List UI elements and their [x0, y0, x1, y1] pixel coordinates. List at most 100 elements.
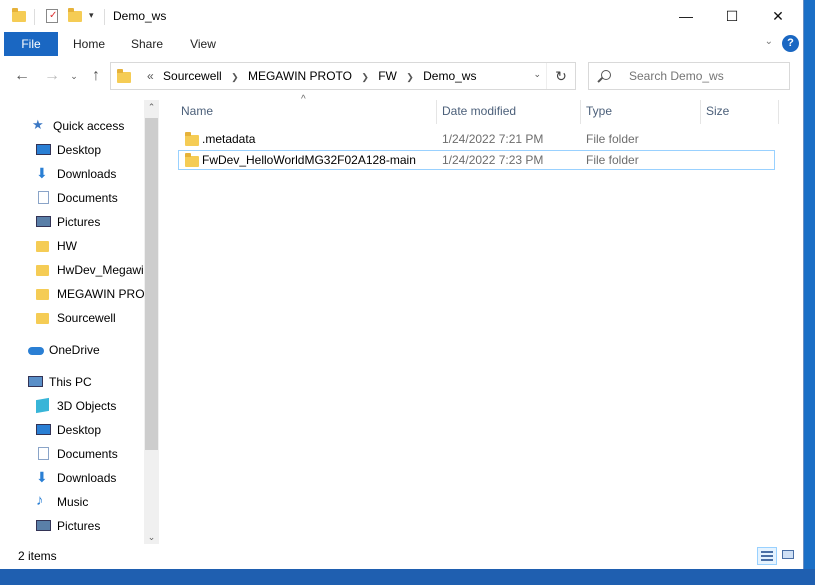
column-header-type[interactable]: Type — [586, 96, 612, 126]
sidebar-item-label: Music — [57, 495, 89, 509]
sidebar-item[interactable]: Sourcewell — [36, 307, 144, 329]
sidebar-item[interactable]: Documents📌 — [36, 187, 144, 209]
folder-icon — [117, 69, 131, 83]
file-list: ^ Name Date modified Type Size .metadata… — [160, 94, 803, 544]
breadcrumb-demo-ws[interactable]: Demo_ws — [423, 69, 476, 83]
folder-icon — [36, 289, 49, 300]
column-divider[interactable] — [580, 100, 581, 124]
breadcrumb-megawin-proto[interactable]: MEGAWIN PROTO — [248, 69, 352, 83]
tab-file[interactable]: File — [4, 32, 58, 56]
properties-icon[interactable]: ✓ — [46, 9, 58, 23]
chevron-right-icon[interactable]: ❯ — [361, 72, 369, 82]
recent-locations-button[interactable]: ⌄ — [64, 66, 84, 86]
scroll-up-icon[interactable]: ⌃ — [144, 102, 159, 113]
file-name: .metadata — [202, 132, 256, 146]
file-date: 1/24/2022 7:21 PM — [442, 132, 544, 146]
folder-icon — [185, 153, 199, 167]
sidebar-item[interactable]: Desktop📌 — [36, 139, 144, 161]
folder-icon — [36, 265, 49, 276]
details-view-button[interactable] — [757, 547, 777, 565]
desktop-icon — [36, 424, 51, 435]
sidebar-item[interactable]: 3D Objects — [36, 395, 144, 417]
large-icons-view-button[interactable] — [779, 547, 797, 563]
ribbon-expand-icon[interactable]: ⌄ — [765, 36, 773, 47]
tab-view[interactable]: View — [176, 32, 230, 56]
back-button[interactable]: ← — [12, 66, 32, 86]
sidebar-item[interactable]: OneDrive — [28, 339, 144, 361]
document-icon — [38, 191, 49, 204]
sidebar-item[interactable]: Pictures📌 — [36, 211, 144, 233]
column-header-name[interactable]: Name — [181, 96, 213, 126]
search-icon — [601, 70, 611, 80]
ribbon-tabs: File Home Share View ⌄ ? — [0, 32, 803, 56]
address-dropdown-icon[interactable]: ⌄ — [533, 69, 541, 80]
details-view-icon — [761, 551, 773, 553]
sidebar-item[interactable]: ♪ Music — [36, 491, 144, 513]
sidebar-item-label: Pictures — [57, 215, 101, 229]
breadcrumb-fw[interactable]: FW — [378, 69, 397, 83]
chevron-right-icon[interactable]: ❯ — [406, 72, 414, 82]
sidebar-item-label: MEGAWIN PROT — [57, 287, 144, 301]
sidebar-item-label: Sourcewell — [57, 311, 116, 325]
help-button[interactable]: ? — [782, 35, 799, 52]
file-explorer-window: ✓ ▾ Demo_ws — ☐ ✕ File Home Share View ⌄… — [0, 0, 804, 570]
cloud-icon — [28, 347, 44, 355]
sidebar-item[interactable]: Pictures — [36, 515, 144, 537]
sidebar-item[interactable]: ⬇ Downloads — [36, 467, 144, 489]
star-icon: ★ — [32, 117, 44, 132]
breadcrumb: « Sourcewell ❯ MEGAWIN PROTO ❯ FW ❯ Demo… — [147, 63, 482, 89]
column-header-size[interactable]: Size — [706, 96, 729, 126]
scroll-down-icon[interactable]: ⌄ — [144, 532, 159, 543]
sidebar-item[interactable]: Documents — [36, 443, 144, 465]
table-row[interactable]: .metadata 1/24/2022 7:21 PM File folder — [178, 129, 775, 149]
tab-home[interactable]: Home — [62, 32, 116, 56]
scrollbar-thumb[interactable] — [145, 118, 158, 450]
search-box[interactable] — [588, 62, 790, 90]
sidebar-item-label: Documents — [57, 447, 118, 461]
up-button[interactable]: ↑ — [86, 66, 106, 86]
maximize-button[interactable]: ☐ — [709, 0, 755, 32]
sort-ascending-icon: ^ — [301, 94, 306, 105]
new-folder-icon[interactable] — [68, 8, 82, 22]
folder-icon — [12, 8, 26, 22]
column-divider[interactable] — [700, 100, 701, 124]
file-type: File folder — [586, 132, 639, 146]
table-row[interactable]: FwDev_HelloWorldMG32F02A128-main 1/24/20… — [178, 150, 775, 170]
column-divider[interactable] — [778, 100, 779, 124]
computer-icon — [28, 376, 43, 387]
breadcrumb-sourcewell[interactable]: Sourcewell — [163, 69, 222, 83]
sidebar-item-label: OneDrive — [49, 343, 100, 357]
tab-share[interactable]: Share — [120, 32, 174, 56]
sidebar-item[interactable]: ★ Quick access — [32, 115, 144, 137]
file-type: File folder — [586, 153, 639, 167]
sidebar-item[interactable]: HwDev_Megawi — [36, 259, 144, 281]
desktop-icon — [36, 144, 51, 155]
chevron-right-icon[interactable]: ❯ — [231, 72, 239, 82]
music-icon: ♪ — [36, 492, 44, 509]
refresh-button[interactable]: ↻ — [546, 63, 575, 89]
forward-button[interactable]: → — [42, 66, 62, 86]
minimize-button[interactable]: — — [663, 0, 709, 32]
sidebar-item-label: Pictures — [57, 519, 101, 533]
address-bar[interactable]: « Sourcewell ❯ MEGAWIN PROTO ❯ FW ❯ Demo… — [110, 62, 576, 90]
breadcrumb-overflow[interactable]: « — [147, 69, 154, 83]
taskbar — [0, 569, 815, 585]
divider — [104, 9, 105, 25]
file-name: FwDev_HelloWorldMG32F02A128-main — [202, 153, 416, 167]
document-icon — [38, 447, 49, 460]
sidebar-scrollbar[interactable]: ⌃ ⌄ — [144, 100, 159, 544]
sidebar-item[interactable]: MEGAWIN PROT — [36, 283, 144, 305]
column-divider[interactable] — [436, 100, 437, 124]
sidebar-item[interactable]: HW — [36, 235, 144, 257]
column-header-date[interactable]: Date modified — [442, 96, 516, 126]
close-button[interactable]: ✕ — [755, 0, 801, 32]
item-count: 2 items — [18, 549, 57, 563]
search-input[interactable] — [627, 68, 781, 84]
sidebar-item[interactable]: Desktop — [36, 419, 144, 441]
sidebar-item[interactable]: This PC — [28, 371, 144, 393]
sidebar-item[interactable]: ⬇Downloads📌 — [36, 163, 144, 185]
checkmark-icon: ✓ — [49, 10, 58, 21]
qat-dropdown-icon[interactable]: ▾ — [89, 10, 94, 21]
status-bar: 2 items — [0, 544, 803, 568]
large-icons-view-icon — [782, 550, 794, 559]
